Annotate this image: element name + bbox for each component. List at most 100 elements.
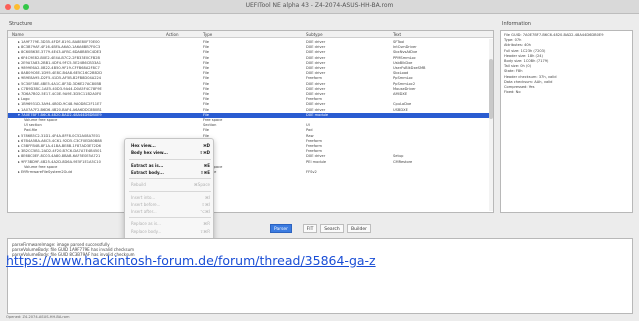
tree-row-text: AMIDXE	[393, 92, 408, 96]
tree-row-name: ▸ 2E9A7A83-2BB1-4DF4-9FC5-5E24B6CB33A1	[18, 60, 101, 65]
tree-row-text: USBDXE	[393, 107, 408, 112]
tree-row-text: MouseDriver	[393, 86, 416, 91]
tree-row-subtype: FFSv2	[306, 170, 317, 174]
title-bar: UEFITool NE alpha 43 - Z4-2074-ASUS-HH-B…	[0, 0, 639, 14]
tree-row-name: ▸ 5C30F38E-4BE5-4A1C-8F3D-3D6E27AC80BB	[18, 81, 102, 86]
tree-row-name: ▾ 7A0E7BF7-B6C6-4820-BAD2-48A44D6DB0E9	[18, 112, 102, 117]
tree-row-type: File	[203, 107, 210, 112]
tree-row-subtype: DXE driver	[306, 81, 326, 86]
column-header-type[interactable]: Type	[203, 32, 212, 37]
menu-separator	[129, 178, 211, 180]
tree-row-type: File	[203, 97, 210, 102]
app-window: UEFITool NE alpha 43 - Z4-2074-ASUS-HH-B…	[0, 0, 639, 321]
tree-row-type: File	[203, 133, 210, 138]
column-header-action[interactable]: Action	[166, 32, 179, 37]
tree-row-subtype: UI	[306, 123, 310, 128]
tree-row-name: ▸ 9FF3BD9F-4B25-4A2D-8D6A-9E5F1E1A5C10	[18, 159, 101, 164]
menu-item-shortcut: ⇧⌘E	[200, 169, 210, 175]
tab-parser[interactable]: Parser	[270, 224, 292, 233]
overlay-link[interactable]: https://www.hackintosh-forum.de/forum/th…	[6, 253, 376, 268]
menu-item-label: Insert before...	[131, 201, 161, 207]
tree-row-name: ▸ Logo	[18, 97, 30, 102]
column-header-text[interactable]: Text	[393, 32, 401, 37]
tree-row-name: ▸ 6F4C9E82-B0E2-4E4A-B7C2-2FB33E0CFB2B	[18, 55, 100, 60]
window-title: UEFITool NE alpha 43 - Z4-2074-ASUS-HH-B…	[245, 2, 394, 9]
tree-row-subtype: Pad	[306, 128, 313, 133]
menu-item-shortcut: ⇧⌘R	[199, 228, 210, 234]
tree-row-type: File	[203, 102, 210, 107]
column-header-name[interactable]: Name	[12, 32, 24, 37]
menu-separator	[129, 217, 211, 219]
tree-row-text: UsbBlkDxe	[393, 60, 413, 65]
tree-row-subtype: DXE driver	[306, 60, 326, 65]
tree-column-header: Name Action Type Subtype Text	[8, 31, 493, 38]
tree-row-text: SbxNvsAtDxe	[393, 50, 418, 55]
tree-row-text: PPMSmmLoc	[393, 55, 416, 60]
tab-search[interactable]: Search	[320, 224, 344, 233]
tree-row-name: ▸ C7B9D3BC-1AE5-40D3-9A44-D0A5F4C78F9E	[18, 86, 102, 91]
menu-item-replace-body[interactable]: Replace body... ⇧⌘R	[125, 228, 215, 236]
menu-item-rebuild[interactable]: Rebuild ⌘Space	[125, 181, 215, 189]
structure-tree[interactable]: Name Action Type Subtype Text ▸ 1A9F779E…	[7, 30, 494, 213]
tree-row-name: Volume free space	[24, 164, 58, 169]
tree-scroll-thumb[interactable]	[489, 59, 493, 119]
tab-fit[interactable]: FIT	[303, 224, 317, 233]
tree-row-subtype: DXE driver	[306, 102, 326, 107]
tree-row-text: UserFsBlkDxeSMB	[393, 66, 426, 70]
menu-item-extract-body[interactable]: Extract body... ⇧⌘E	[125, 169, 215, 177]
tree-row-type: File	[203, 76, 210, 81]
tree-row-type: File	[203, 55, 210, 60]
tree-row-type: File	[203, 40, 210, 44]
menu-item-label: Insert into...	[131, 194, 156, 200]
menu-item-label: Hex view...	[131, 143, 156, 148]
tree-row-name: Pad-file	[24, 128, 38, 133]
tree-row-text: IntCsmDriver	[393, 45, 417, 50]
tree-row-text: PpSmmLoc2	[393, 81, 416, 86]
tree-row-name: ▸ 7D6A7B02-5E17-4C0E-9A9E-3D5C11B2A0F0	[18, 92, 102, 96]
tree-row-name: ▸ 8C3B79AF-4F16-4BFA-A6A0-1A6A6BB7F0C3	[18, 45, 101, 50]
context-menu: Hex view... ⌘D Body hex view... ⇧⌘D Extract …	[124, 138, 214, 248]
tree-row-type: File	[203, 112, 210, 117]
information-panel: File GUID: 7A0E7BF7-B6C6-4820-BAD2-48A44…	[500, 30, 633, 213]
tree-row-name: ▸ 5786B5C2-31D1-4F4A-8FF8-0C52A08A7E01	[18, 133, 101, 138]
tree-row-subtype: Freeform	[306, 138, 323, 143]
message-log[interactable]: parseFirmwareImage: image parsed success…	[7, 238, 633, 314]
tree-row-type: File	[203, 81, 210, 86]
tree-row-subtype: Freeform	[306, 76, 323, 81]
tree-row-name: ▸ 9B9E8A95-D2F5-41D5-AF5B-B2FB8D04A224	[18, 76, 102, 81]
tree-row-name: ▸ 3B2CC5B1-2AD2-4F20-B7C6-DA7A7E4B4501	[18, 149, 102, 154]
tree-row-subtype: Freeform	[306, 97, 323, 102]
tree-row[interactable]: ▸ EfiFirmwareFileSystem2GuidVolumeFFSv2	[8, 170, 493, 175]
status-bar-text: Opened: Z4-2074-ASUS-HH-BA.rom	[6, 315, 70, 319]
tree-row-text: SbxLoad	[393, 71, 409, 76]
menu-item-label: Body hex view...	[131, 150, 168, 156]
menu-item-label: Extract body...	[131, 169, 164, 175]
tree-row-subtype: DXE module	[306, 112, 329, 117]
tree-row-type: Section	[203, 123, 217, 128]
menu-item-label: Rebuild	[131, 182, 146, 188]
menu-item-shortcut: ⌘Space	[193, 182, 210, 188]
tree-row-name: ▸ 8E68C0EF-8C03-4A80-8BAB-6AF5E0E5A721	[18, 154, 101, 159]
menu-item-insert-after[interactable]: Insert after... ⌥⌘I	[125, 208, 215, 216]
tree-vertical-scrollbar[interactable]	[489, 39, 493, 211]
tree-row-name: ▸ C5BFFB4B-8F1A-41BA-BE8B-1F87AD3E72D6	[18, 144, 101, 148]
tree-row-text: CpuLoDxe	[393, 102, 412, 107]
tree-row-subtype: Freeform	[306, 144, 323, 148]
tab-builder[interactable]: Builder	[347, 224, 371, 233]
menu-item-body-hex-view[interactable]: Body hex view... ⇧⌘D	[125, 149, 215, 157]
menu-item-shortcut: ⌥⌘I	[200, 209, 210, 215]
tree-row-type: File	[203, 128, 210, 133]
tree-row-type: File	[203, 45, 210, 50]
tree-row-type: File	[203, 92, 210, 96]
tree-row-text: Setup	[393, 154, 404, 159]
tree-row-subtype: DXE driver	[306, 50, 326, 55]
tree-row-name: ▸ EfiFirmwareFileSystem2Guid	[18, 170, 72, 174]
info-line: Fixed: No	[504, 90, 521, 95]
tree-row-type: File	[203, 71, 210, 76]
tree-row-type: File	[203, 50, 210, 55]
tree-row-name: ▸ 1B96931D-3A94-4B0D-9C48-9A0D8C2F11E7	[18, 102, 102, 107]
tree-row-name: ▸ 1A07A7F2-B6D6-4B20-BAF4-A6A6DDC8B0B1	[18, 107, 102, 112]
tree-row-name: ▸ 9899E6A2-0B22-4B50-9F19-CFFB68A2F8C7	[18, 66, 100, 70]
column-header-subtype[interactable]: Subtype	[306, 32, 323, 37]
tree-row-name: Volume free space	[24, 118, 58, 122]
